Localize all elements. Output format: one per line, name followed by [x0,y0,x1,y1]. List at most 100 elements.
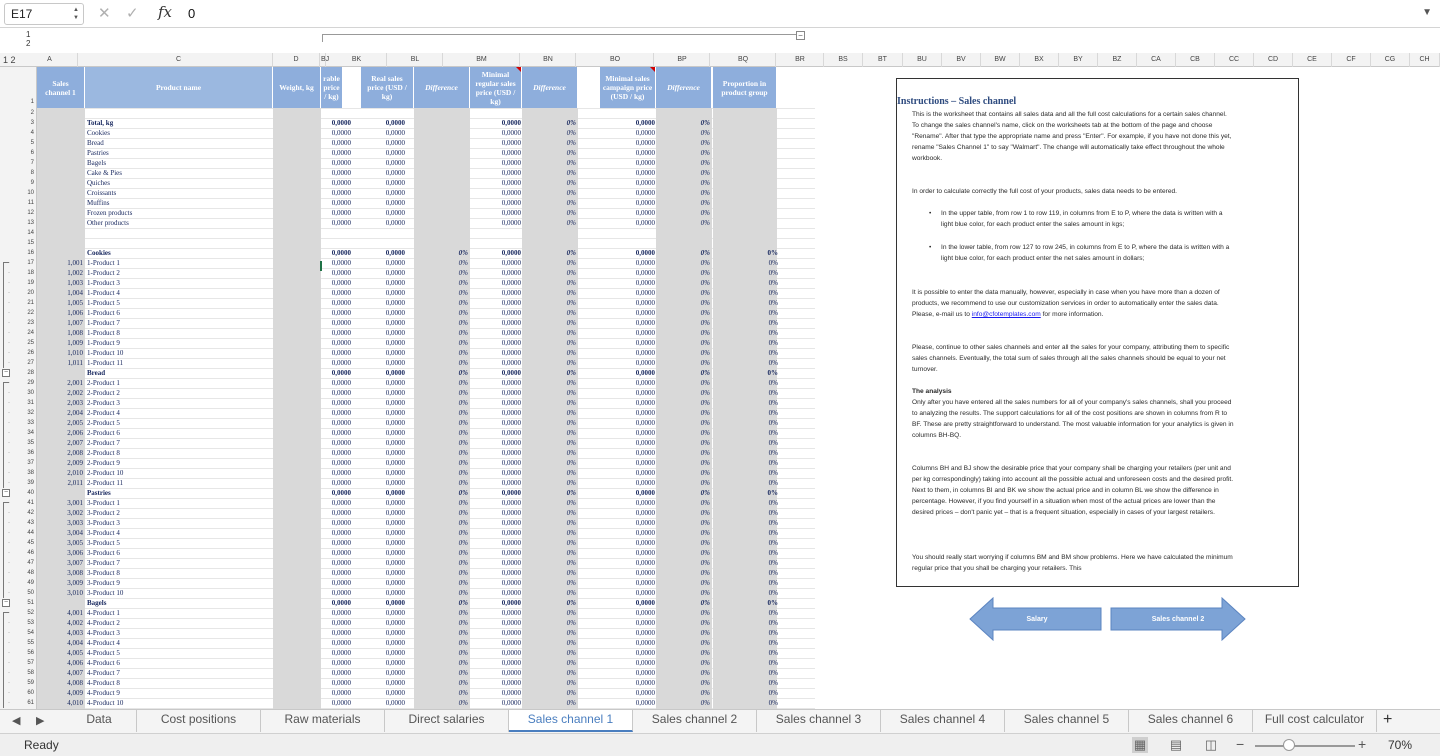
cell-value[interactable]: 0,0000 [295,408,351,418]
cell-value[interactable]: 0% [722,428,778,438]
column-header[interactable]: BN [521,53,576,67]
tab-sales-channel-6[interactable]: Sales channel 6 [1129,710,1253,732]
row-number[interactable]: 12 [14,208,36,218]
cell-value[interactable]: 0,0000 [599,318,655,328]
product-code[interactable]: 2,010 [37,468,83,478]
cell-value[interactable]: 0,0000 [599,288,655,298]
product-code[interactable]: 2,001 [37,378,83,388]
cell-value[interactable]: 0% [520,298,576,308]
tab-sales-channel-5[interactable]: Sales channel 5 [1005,710,1129,732]
product-name[interactable]: 2-Product 8 [87,448,271,458]
cell-value[interactable]: 0% [722,508,778,518]
cell-value[interactable]: 0,0000 [599,208,655,218]
cell-value[interactable]: 0,0000 [465,218,521,228]
row-number[interactable]: 54 [14,628,36,638]
cell-value[interactable]: 0% [412,298,468,308]
cell-value[interactable]: 0% [722,558,778,568]
column-header[interactable]: CG [1371,53,1410,67]
product-name[interactable]: 3-Product 2 [87,508,271,518]
row-number[interactable]: 17 [14,258,36,268]
cell-value[interactable]: 0% [722,368,779,378]
row-outline-levels[interactable]: 12 [26,30,30,48]
collapse-row-group-button[interactable]: − [2,599,10,607]
collapse-row-group-button[interactable]: − [2,369,10,377]
cell-value[interactable]: 0,0000 [349,538,405,548]
cell-value[interactable]: 0,0000 [599,328,655,338]
cell-value[interactable]: 0% [520,288,576,298]
product-code[interactable]: 2,004 [37,408,83,418]
cell-value[interactable]: 0% [654,168,710,178]
cell-value[interactable]: 0,0000 [465,318,521,328]
cell-value[interactable]: 0,0000 [465,438,521,448]
cell-value[interactable]: 0% [520,308,576,318]
cell-value[interactable]: 0,0000 [295,648,351,658]
cell-value[interactable]: 0,0000 [465,188,521,198]
cell-value[interactable]: 0,0000 [349,338,405,348]
cell-value[interactable]: 0% [654,538,710,548]
cell-value[interactable]: 0% [722,518,778,528]
cell-value[interactable]: 0% [654,418,710,428]
cell-value[interactable]: 0,0000 [465,268,521,278]
cell-value[interactable]: 0,0000 [599,578,655,588]
row-number[interactable]: 3 [14,118,36,128]
zoom-out-button[interactable]: − [1236,736,1244,752]
cell-value[interactable]: 0% [654,378,710,388]
header-minimal-campaign-price[interactable]: Minimal sales campaign price (USD / kg) [600,67,656,108]
cell-value[interactable]: 0% [520,218,576,228]
cell-value[interactable]: 0,0000 [465,538,521,548]
cell-value[interactable]: 0,0000 [599,398,655,408]
cell-value[interactable]: 0,0000 [349,188,405,198]
cell-value[interactable]: 0,0000 [295,398,351,408]
cell-value[interactable]: 0,0000 [599,218,655,228]
row-number[interactable]: 40 [14,488,36,498]
cell-value[interactable]: 0,0000 [465,338,521,348]
cell-value[interactable]: 0,0000 [349,328,405,338]
cell-value[interactable]: 0% [412,498,468,508]
cell-value[interactable]: 0% [654,128,710,138]
expand-formula-bar-icon[interactable]: ▼ [1422,7,1432,18]
cell-value[interactable]: 0,0000 [465,198,521,208]
tab-direct-salaries[interactable]: Direct salaries [385,710,509,732]
cell-value[interactable]: 0% [722,648,778,658]
tab-sales-channel-2[interactable]: Sales channel 2 [633,710,757,732]
cell-value[interactable]: 0% [412,468,468,478]
cell-value[interactable]: 0,0000 [295,188,351,198]
row-number[interactable]: 23 [14,318,36,328]
function-icon[interactable]: fx [158,3,172,21]
cell-value[interactable]: 0,0000 [599,548,655,558]
product-code[interactable]: 2,011 [37,478,84,488]
row-number[interactable]: 2 [14,108,36,118]
cell-value[interactable]: 0,0000 [349,608,405,618]
cell-value[interactable]: 0,0000 [295,288,351,298]
cell-value[interactable]: 0,0000 [349,298,405,308]
cell-value[interactable]: 0,0000 [295,528,351,538]
row-number[interactable]: 39 [14,478,36,488]
row-number[interactable]: 5 [14,138,36,148]
cell-value[interactable]: 0,0000 [599,458,655,468]
cell-value[interactable]: 0,0000 [295,358,351,368]
product-code[interactable]: 2,009 [37,458,83,468]
product-name[interactable]: 3-Product 6 [87,548,271,558]
cell-value[interactable]: 0% [412,688,468,698]
cell-value[interactable]: 0% [654,598,710,608]
cell-value[interactable]: 0,0000 [599,148,655,158]
product-code[interactable]: 4,007 [37,668,83,678]
cell-value[interactable]: 0,0000 [295,508,351,518]
cell-value[interactable]: 0,0000 [599,628,655,638]
cell-value[interactable]: 0% [654,278,710,288]
product-name[interactable]: 3-Product 3 [87,518,271,528]
cell-value[interactable]: 0,0000 [599,688,655,698]
cell-value[interactable]: 0% [520,688,576,698]
zoom-in-button[interactable]: + [1358,736,1366,752]
cell-value[interactable]: 0,0000 [349,618,405,628]
cell-value[interactable]: 0% [412,668,468,678]
cell-value[interactable]: 0% [654,558,710,568]
cell-value[interactable]: 0,0000 [599,638,655,648]
cell-value[interactable]: 0% [412,638,468,648]
cell-value[interactable]: 0% [412,308,468,318]
cell-value[interactable]: 0% [654,648,710,658]
product-code[interactable]: 2,002 [37,388,83,398]
cell-value[interactable]: 0,0000 [349,448,405,458]
row-number[interactable]: 47 [14,558,36,568]
cell-value[interactable]: 0% [722,498,778,508]
